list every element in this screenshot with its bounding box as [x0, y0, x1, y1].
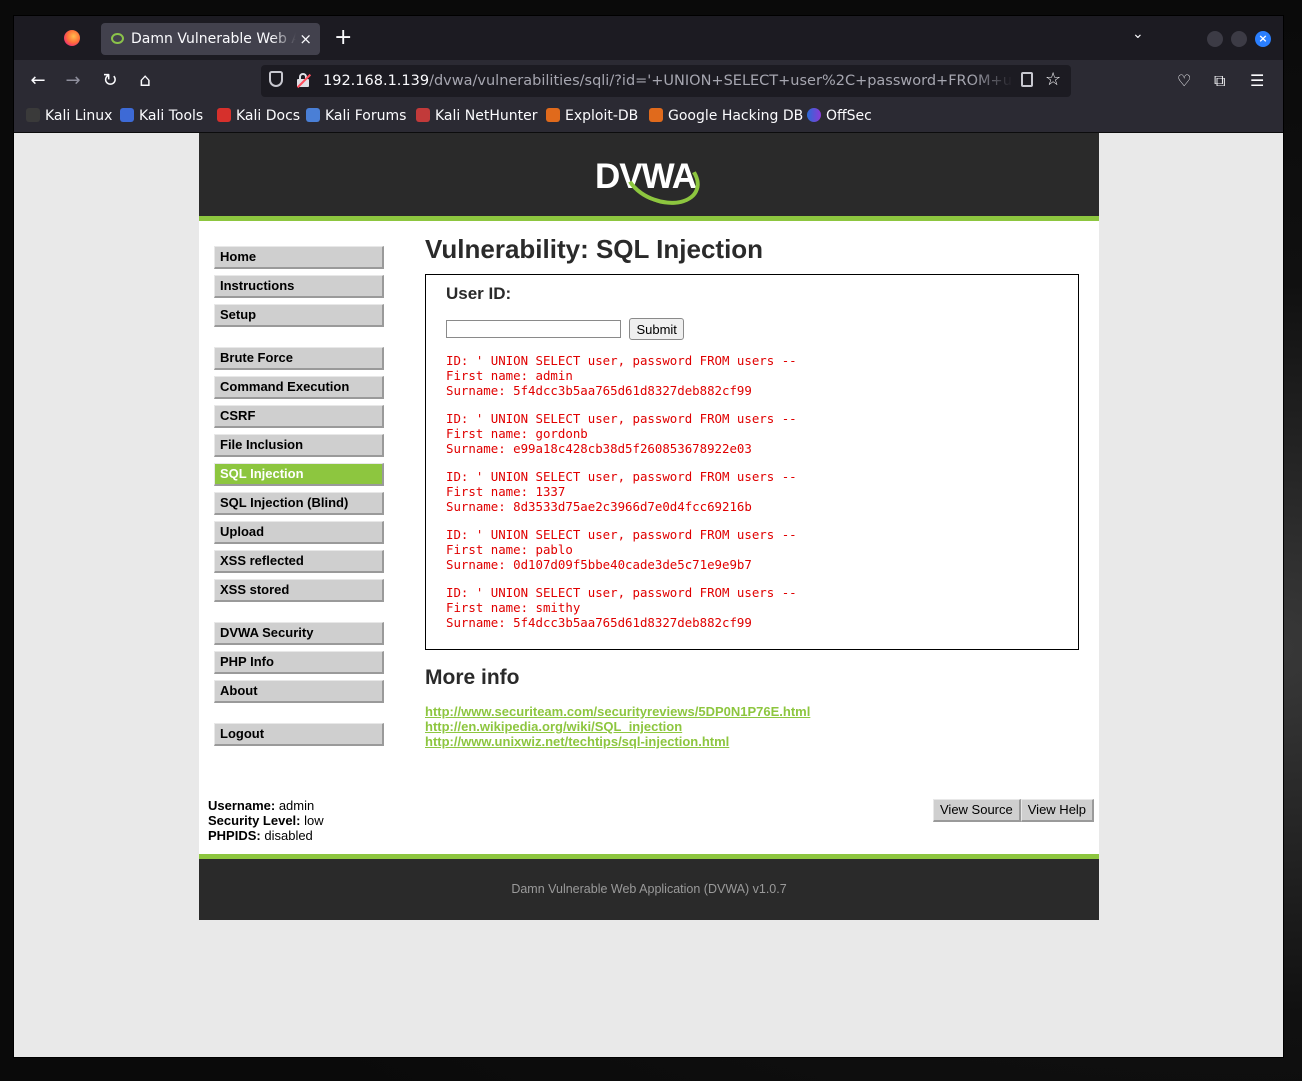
kali-tools-icon: [120, 108, 134, 122]
menu-sql-injection-blind[interactable]: SQL Injection (Blind): [214, 492, 384, 515]
bookmark-kali-tools[interactable]: Kali Tools: [120, 102, 203, 132]
new-tab-button[interactable]: +: [334, 22, 352, 54]
kali-docs-icon: [217, 108, 231, 122]
reader-icon[interactable]: [1021, 72, 1033, 87]
shield-icon[interactable]: [269, 71, 283, 87]
view-source-button[interactable]: View Source: [933, 799, 1021, 822]
view-help-button[interactable]: View Help: [1020, 799, 1095, 822]
menu-brute-force[interactable]: Brute Force: [214, 347, 384, 370]
session-status: Username: admin Security Level: low PHPI…: [208, 798, 324, 843]
tab-title: Damn Vulnerable Web Application: [131, 31, 296, 47]
user-id-form: Submit: [446, 318, 1058, 340]
tab-dvwa[interactable]: Damn Vulnerable Web Application ×: [101, 23, 320, 55]
menu-command-execution[interactable]: Command Execution: [214, 376, 384, 399]
browser-window: Damn Vulnerable Web Application × + ⌄ × …: [14, 16, 1283, 1057]
result-row: ID: ' UNION SELECT user, password FROM u…: [446, 469, 797, 514]
bookmark-kali-docs[interactable]: Kali Docs: [217, 102, 300, 132]
url-bar[interactable]: 192.168.1.139/dvwa/vulnerabilities/sqli/…: [261, 65, 1071, 97]
more-info-heading: More info: [425, 666, 520, 689]
home-icon[interactable]: ⌂: [133, 69, 157, 93]
result-row: ID: ' UNION SELECT user, password FROM u…: [446, 527, 797, 572]
close-window-button[interactable]: ×: [1255, 31, 1271, 47]
chevron-down-icon[interactable]: ⌄: [1132, 26, 1144, 42]
menu-logout[interactable]: Logout: [214, 723, 384, 746]
dvwa-footer: Damn Vulnerable Web Application (DVWA) v…: [199, 854, 1099, 920]
menu-csrf[interactable]: CSRF: [214, 405, 384, 428]
menu-upload[interactable]: Upload: [214, 521, 384, 544]
exploit-db-icon: [546, 108, 560, 122]
username-value: admin: [278, 798, 315, 813]
dvwa-page: DVWA Home Instructions Setup Brute Force…: [199, 133, 1099, 920]
kali-forums-icon: [306, 108, 320, 122]
extensions-icon[interactable]: ⧉: [1214, 69, 1225, 93]
help-buttons: View Source View Help: [933, 799, 1095, 822]
phpids-value: disabled: [264, 828, 313, 843]
main-content: Vulnerability: SQL Injection User ID: Su…: [425, 231, 1079, 749]
star-icon[interactable]: ☆: [1045, 68, 1061, 92]
link-securiteam[interactable]: http://www.securiteam.com/securityreview…: [425, 704, 1079, 719]
dvwa-logo: DVWA: [595, 139, 708, 215]
more-info-links: http://www.securiteam.com/securityreview…: [425, 704, 1079, 749]
bookmark-kali-forums[interactable]: Kali Forums: [306, 102, 406, 132]
minimize-button[interactable]: [1207, 31, 1223, 47]
bookmark-offsec[interactable]: OffSec: [807, 102, 872, 132]
bookmark-kali-linux[interactable]: Kali Linux: [26, 102, 112, 132]
user-id-label: User ID:: [446, 284, 512, 303]
result-row: ID: ' UNION SELECT user, password FROM u…: [446, 353, 797, 398]
menu-xss-reflected[interactable]: XSS reflected: [214, 550, 384, 573]
forward-icon[interactable]: →: [61, 69, 85, 93]
menu-setup[interactable]: Setup: [214, 304, 384, 327]
menu-home[interactable]: Home: [214, 246, 384, 269]
dvwa-header: DVWA: [199, 133, 1099, 221]
firefox-icon[interactable]: [64, 30, 80, 46]
nethunter-icon: [416, 108, 430, 122]
result-row: ID: ' UNION SELECT user, password FROM u…: [446, 585, 797, 630]
navigation-toolbar: ← → ↻ ⌂ 192.168.1.139/dvwa/vulnerabiliti…: [14, 60, 1283, 102]
user-id-input[interactable]: [446, 320, 621, 338]
security-level-value: low: [304, 813, 324, 828]
tab-close-icon[interactable]: ×: [299, 23, 312, 55]
bookmark-exploit-db[interactable]: Exploit-DB: [546, 102, 638, 132]
menu-file-inclusion[interactable]: File Inclusion: [214, 434, 384, 457]
link-wikipedia[interactable]: http://en.wikipedia.org/wiki/SQL_injecti…: [425, 719, 1079, 734]
kali-icon: [26, 108, 40, 122]
ghdb-icon: [649, 108, 663, 122]
link-unixwiz[interactable]: http://www.unixwiz.net/techtips/sql-inje…: [425, 734, 1079, 749]
back-icon[interactable]: ←: [26, 69, 50, 93]
menu-dvwa-security[interactable]: DVWA Security: [214, 622, 384, 645]
menu-instructions[interactable]: Instructions: [214, 275, 384, 298]
menu-icon[interactable]: ☰: [1250, 69, 1264, 93]
vulnerable-code-area: User ID: Submit ID: ' UNION SELECT user,…: [425, 274, 1079, 650]
page-title: Vulnerability: SQL Injection: [425, 234, 764, 264]
query-results: ID: ' UNION SELECT user, password FROM u…: [446, 353, 1058, 630]
dvwa-favicon-icon: [111, 33, 124, 44]
menu-about[interactable]: About: [214, 680, 384, 703]
bookmarks-toolbar: Kali Linux Kali Tools Kali Docs Kali For…: [14, 102, 1283, 133]
maximize-button[interactable]: [1231, 31, 1247, 47]
menu-xss-stored[interactable]: XSS stored: [214, 579, 384, 602]
url-text[interactable]: 192.168.1.139/dvwa/vulnerabilities/sqli/…: [323, 65, 1013, 97]
menu-php-info[interactable]: PHP Info: [214, 651, 384, 674]
submit-button[interactable]: Submit: [629, 318, 684, 340]
tab-bar: Damn Vulnerable Web Application × + ⌄ ×: [14, 16, 1283, 60]
result-row: ID: ' UNION SELECT user, password FROM u…: [446, 411, 797, 456]
pocket-icon[interactable]: ♡: [1177, 69, 1191, 93]
page-viewport: DVWA Home Instructions Setup Brute Force…: [14, 133, 1283, 1057]
menu-sql-injection[interactable]: SQL Injection: [214, 463, 384, 486]
bookmark-kali-nethunter[interactable]: Kali NetHunter: [416, 102, 537, 132]
side-menu: Home Instructions Setup Brute Force Comm…: [214, 246, 384, 766]
bookmark-google-hacking-db[interactable]: Google Hacking DB: [649, 102, 803, 132]
offsec-icon: [807, 108, 821, 122]
reload-icon[interactable]: ↻: [98, 69, 122, 93]
